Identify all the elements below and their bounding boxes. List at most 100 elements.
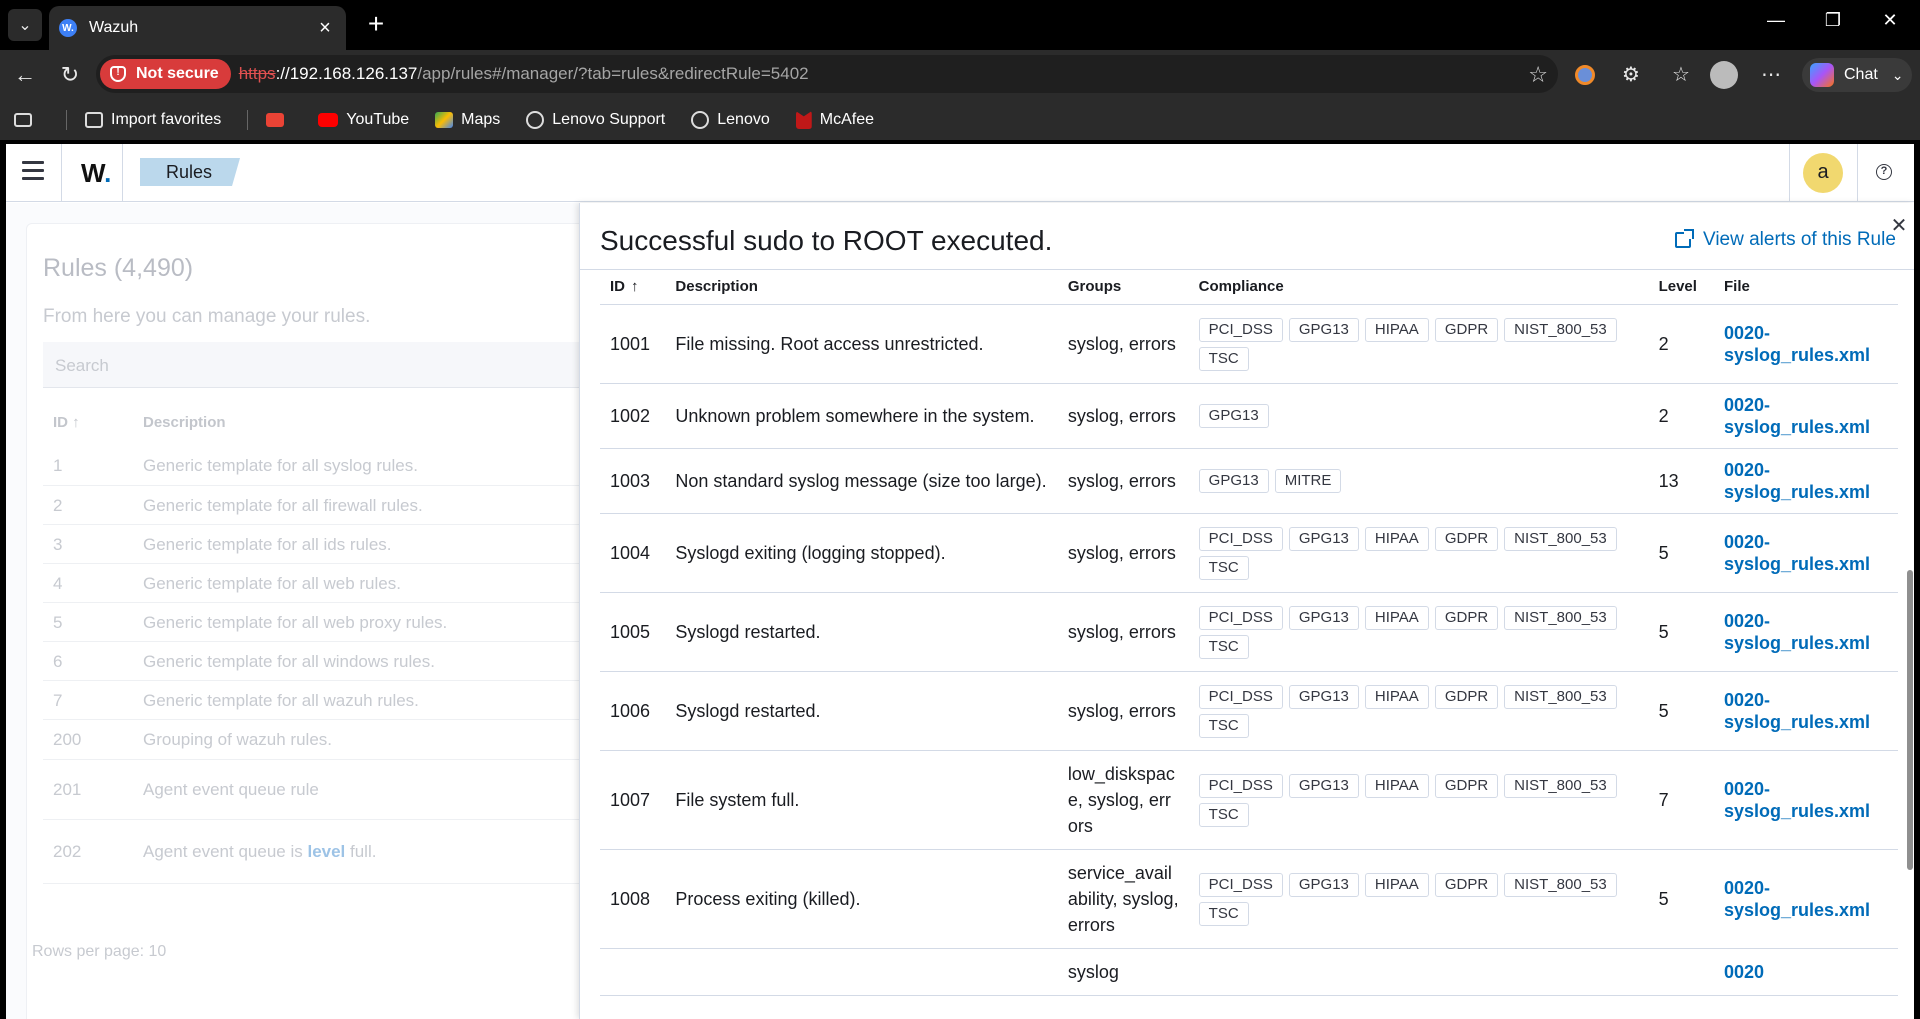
table-row[interactable]: 1002 Unknown problem somewhere in the sys… (600, 383, 1898, 449)
bookmark-gmail[interactable] (266, 113, 292, 127)
desc-highlight: level (307, 842, 346, 861)
bookmarks-menu[interactable] (14, 113, 40, 127)
copilot-chat-button[interactable]: Chat ⌄ (1802, 58, 1912, 92)
help-icon[interactable]: ? (1876, 164, 1892, 180)
user-avatar[interactable]: a (1803, 153, 1843, 193)
rule-compliance: PCI_DSS GPG13 HIPAA GDPR NIST_800_53 TSC (1188, 750, 1649, 850)
column-header-description[interactable]: Description (665, 270, 1058, 305)
column-header-level[interactable]: Level (1648, 270, 1714, 305)
breadcrumb-rules[interactable]: Rules (140, 158, 241, 186)
rule-groups: low_diskspace, syslog, errors (1057, 750, 1189, 850)
table-row[interactable]: 1001 File missing. Root access unrestrict… (600, 304, 1898, 384)
extensions-puzzle-icon[interactable]: ⚙ (1616, 60, 1646, 90)
wazuh-favicon-icon: W. (59, 19, 77, 37)
compliance-badge: NIST_800_53 (1504, 872, 1617, 897)
not-secure-badge[interactable]: ! Not secure (100, 59, 231, 89)
rule-file-link[interactable]: 0020-syslog_rules.xml (1724, 610, 1888, 654)
bookmark-maps[interactable]: Maps (435, 111, 500, 129)
bookmark-youtube[interactable]: YouTube (318, 111, 409, 129)
related-rules-table: ID ↑ Description Groups Compliance Level … (600, 270, 1898, 996)
column-header-compliance: Compliance (1188, 270, 1649, 305)
rule-file-link[interactable]: 0020-syslog_rules.xml (1724, 778, 1888, 822)
column-header-description[interactable]: Description (143, 414, 226, 431)
column-header-id[interactable]: ID ↑ (53, 414, 80, 431)
more-options-icon[interactable]: ⋯ (1756, 60, 1786, 90)
favorite-star-icon[interactable]: ☆ (1528, 62, 1548, 88)
table-row[interactable]: 1008 Process exiting (killed). service_ava… (600, 849, 1898, 949)
rule-file-cell: 0020-syslog_rules.xml (1713, 448, 1898, 514)
browser-tab[interactable]: W. Wazuh × (49, 6, 346, 50)
menu-icon[interactable] (22, 161, 44, 181)
rule-file-link[interactable]: 0020-syslog_rules.xml (1724, 689, 1888, 733)
rule-groups: syslog, errors (1057, 383, 1189, 449)
table-row[interactable]: 1007 File system full. low_diskspace, sysl… (600, 750, 1898, 850)
row-id: 6 (53, 652, 63, 671)
rule-id: 1001 (600, 304, 666, 384)
bookmark-label: McAfee (819, 111, 874, 128)
rule-compliance: PCI_DSS GPG13 HIPAA GDPR NIST_800_53 TSC (1188, 592, 1649, 672)
rule-file-link[interactable]: 0020-syslog_rules.xml (1724, 459, 1888, 503)
row-description: Agent event queue rule (143, 780, 319, 799)
restore-icon[interactable]: ❐ (1813, 10, 1853, 31)
scrollbar-thumb[interactable] (1907, 570, 1913, 870)
row-id: 200 (53, 730, 82, 749)
rule-file-cell: 0020-syslog_rules.xml (1713, 671, 1898, 751)
address-bar[interactable]: ! Not secure https://192.168.126.137/app… (96, 55, 1558, 93)
rule-file-link[interactable]: 0020 (1724, 961, 1888, 983)
bookmark-import-favorites[interactable]: Import favorites (85, 111, 221, 129)
url-text[interactable]: https://192.168.126.137/app/rules#/manag… (239, 64, 809, 84)
close-icon[interactable]: ✕ (1889, 213, 1909, 238)
rule-file-link[interactable]: 0020-syslog_rules.xml (1724, 322, 1888, 366)
bookmark-mcafee[interactable]: McAfee (795, 111, 874, 129)
browser-toolbar: ← ↻ ! Not secure https://192.168.126.137… (0, 50, 1920, 100)
scrollbar[interactable] (1906, 270, 1914, 1019)
rule-file-cell: 0020-syslog_rules.xml (1713, 592, 1898, 672)
compliance-badge: MITRE (1274, 469, 1342, 493)
compliance-badge: GDPR (1434, 526, 1499, 551)
table-row[interactable]: syslog 0020 (600, 948, 1898, 996)
row-id: 201 (53, 780, 82, 799)
view-alerts-link[interactable]: View alerts of this Rule (1675, 229, 1896, 251)
tab-list-button[interactable]: ⌄ (8, 9, 42, 41)
minimize-icon[interactable]: — (1756, 10, 1796, 31)
rule-level: 13 (1648, 448, 1714, 514)
rule-description: Non standard syslog message (size too la… (665, 448, 1058, 514)
rule-file-cell: 0020-syslog_rules.xml (1713, 513, 1898, 593)
rule-description: File missing. Root access unrestricted. (665, 304, 1058, 384)
copilot-icon (1810, 63, 1834, 87)
rule-level: 2 (1648, 383, 1714, 449)
bookmark-label: Maps (461, 111, 501, 128)
bookmark-lenovo-support[interactable]: Lenovo Support (526, 111, 665, 129)
extension-shield-icon[interactable] (1570, 60, 1600, 90)
compliance-badge: GPG13 (1198, 469, 1269, 493)
bookmark-lenovo[interactable]: Lenovo (691, 111, 770, 129)
table-row[interactable]: 1004 Syslogd exiting (logging stopped). sy… (600, 513, 1898, 593)
rule-groups: syslog, errors (1057, 448, 1189, 514)
rules-title: Rules (4,490) (43, 254, 194, 282)
favorites-icon[interactable]: ☆ (1666, 60, 1696, 90)
bookmarks-bar: Import favorites YouTube Maps Lenovo Sup… (0, 100, 1920, 140)
table-row[interactable]: 1005 Syslogd restarted. syslog, errors PCI_… (600, 592, 1898, 672)
compliance-badge: TSC (1198, 901, 1249, 926)
profile-icon[interactable] (1710, 60, 1740, 90)
new-tab-button[interactable]: + (361, 10, 391, 40)
column-header-groups[interactable]: Groups (1057, 270, 1189, 305)
rule-compliance: GPG13 (1188, 383, 1649, 449)
rule-id: 1002 (600, 383, 666, 449)
rule-file-link[interactable]: 0020-syslog_rules.xml (1724, 394, 1888, 438)
rule-file-link[interactable]: 0020-syslog_rules.xml (1724, 531, 1888, 575)
rows-per-page[interactable]: Rows per page: 10 (32, 943, 166, 961)
column-header-file[interactable]: File (1713, 270, 1898, 305)
rule-file-link[interactable]: 0020-syslog_rules.xml (1724, 877, 1888, 921)
table-row[interactable]: 1003 Non standard syslog message (size to… (600, 448, 1898, 514)
tab-strip: ⌄ W. Wazuh × + — ❐ ✕ (0, 0, 1920, 50)
tab-close-icon[interactable]: × (314, 17, 336, 40)
reload-icon[interactable]: ↻ (55, 62, 85, 88)
wazuh-logo[interactable]: W. (81, 158, 111, 189)
table-row[interactable]: 1006 Syslogd restarted. syslog, errors PCI_… (600, 671, 1898, 751)
close-window-icon[interactable]: ✕ (1870, 10, 1910, 31)
column-header-id[interactable]: ID ↑ (600, 270, 666, 305)
app-header: W. Rules a ? (6, 144, 1914, 202)
compliance-badge: TSC (1198, 713, 1249, 738)
back-arrow-icon[interactable]: ← (10, 62, 40, 88)
